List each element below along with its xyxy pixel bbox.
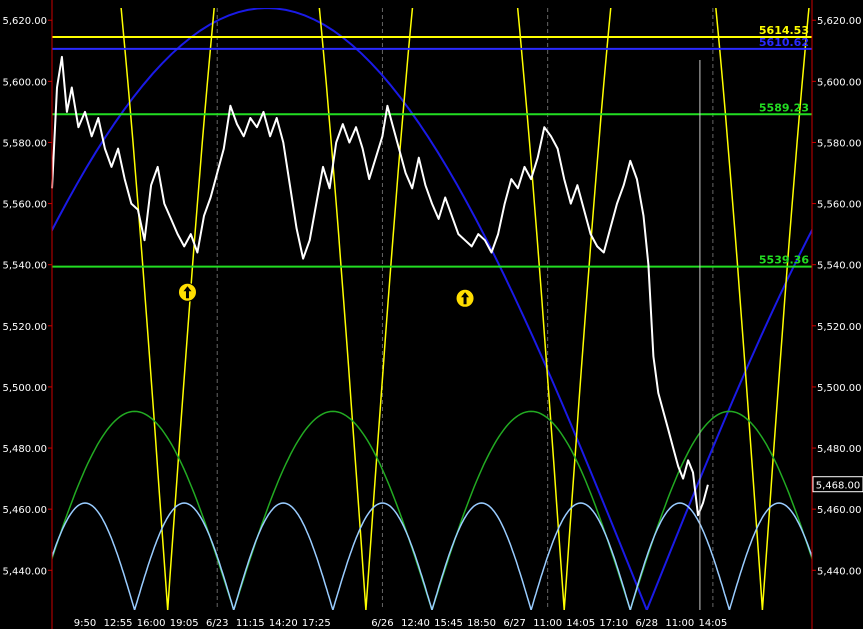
x-tick-label: 11:15 <box>236 618 265 629</box>
y-tick-label-left: 5,560.00 <box>2 200 47 211</box>
y-tick-label-left: 5,460.00 <box>2 505 47 516</box>
y-tick-label-right: 5,440.00 <box>817 566 862 577</box>
y-tick-label-right: 5,480.00 <box>817 444 862 455</box>
y-tick-label-left: 5,500.00 <box>2 383 47 394</box>
y-tick-label-left: 5,600.00 <box>2 77 47 88</box>
cycle-chart: 5614.535610.625589.235539.36 5,440.00 5,4… <box>0 0 863 629</box>
level-label-3: 5539.36 <box>759 254 809 267</box>
x-tick-label: 14:05 <box>566 618 595 629</box>
y-tick-label-right: 5,560.00 <box>817 200 862 211</box>
x-tick-label: 6/28 <box>636 618 658 629</box>
x-tick-label: 18:50 <box>467 618 496 629</box>
y-tick-label-right: 5,500.00 <box>817 383 862 394</box>
y-tick-label-left: 5,620.00 <box>2 16 47 27</box>
x-tick-label: 12:40 <box>401 618 430 629</box>
x-tick-label: 14:05 <box>698 618 727 629</box>
y-tick-label-right: 5,540.00 <box>817 261 862 272</box>
x-tick-label: 11:00 <box>533 618 562 629</box>
y-tick-label-right: 5,580.00 <box>817 138 862 149</box>
x-tick-label: 11:00 <box>665 618 694 629</box>
y-tick-label-right: 5,520.00 <box>817 322 862 333</box>
y-tick-label-left: 5,520.00 <box>2 322 47 333</box>
y-tick-label-right: 5,460.00 <box>817 505 862 516</box>
level-label-2: 5589.23 <box>759 101 809 114</box>
x-tick-label: 16:00 <box>137 618 166 629</box>
x-tick-label: 6/23 <box>206 618 228 629</box>
x-tick-label: 17:10 <box>599 618 628 629</box>
x-tick-label: 12:55 <box>104 618 133 629</box>
y-tick-label-left: 5,480.00 <box>2 444 47 455</box>
up-arrow-marker <box>177 282 197 302</box>
x-tick-label: 6/27 <box>503 618 525 629</box>
y-tick-label-left: 5,440.00 <box>2 566 47 577</box>
x-tick-label: 15:45 <box>434 618 463 629</box>
x-tick-label: 17:25 <box>302 618 331 629</box>
x-tick-label: 19:05 <box>170 618 199 629</box>
level-label-1: 5610.62 <box>759 36 809 49</box>
y-tick-label-left: 5,580.00 <box>2 138 47 149</box>
current-price-label: 5,468.00 <box>816 481 861 492</box>
y-tick-label-left: 5,540.00 <box>2 261 47 272</box>
x-tick-label: 6/26 <box>371 618 393 629</box>
up-arrow-marker <box>455 288 475 308</box>
y-tick-label-right: 5,600.00 <box>817 77 862 88</box>
x-tick-label: 9:50 <box>74 618 96 629</box>
y-tick-label-right: 5,620.00 <box>817 16 862 27</box>
x-tick-label: 14:20 <box>269 618 298 629</box>
